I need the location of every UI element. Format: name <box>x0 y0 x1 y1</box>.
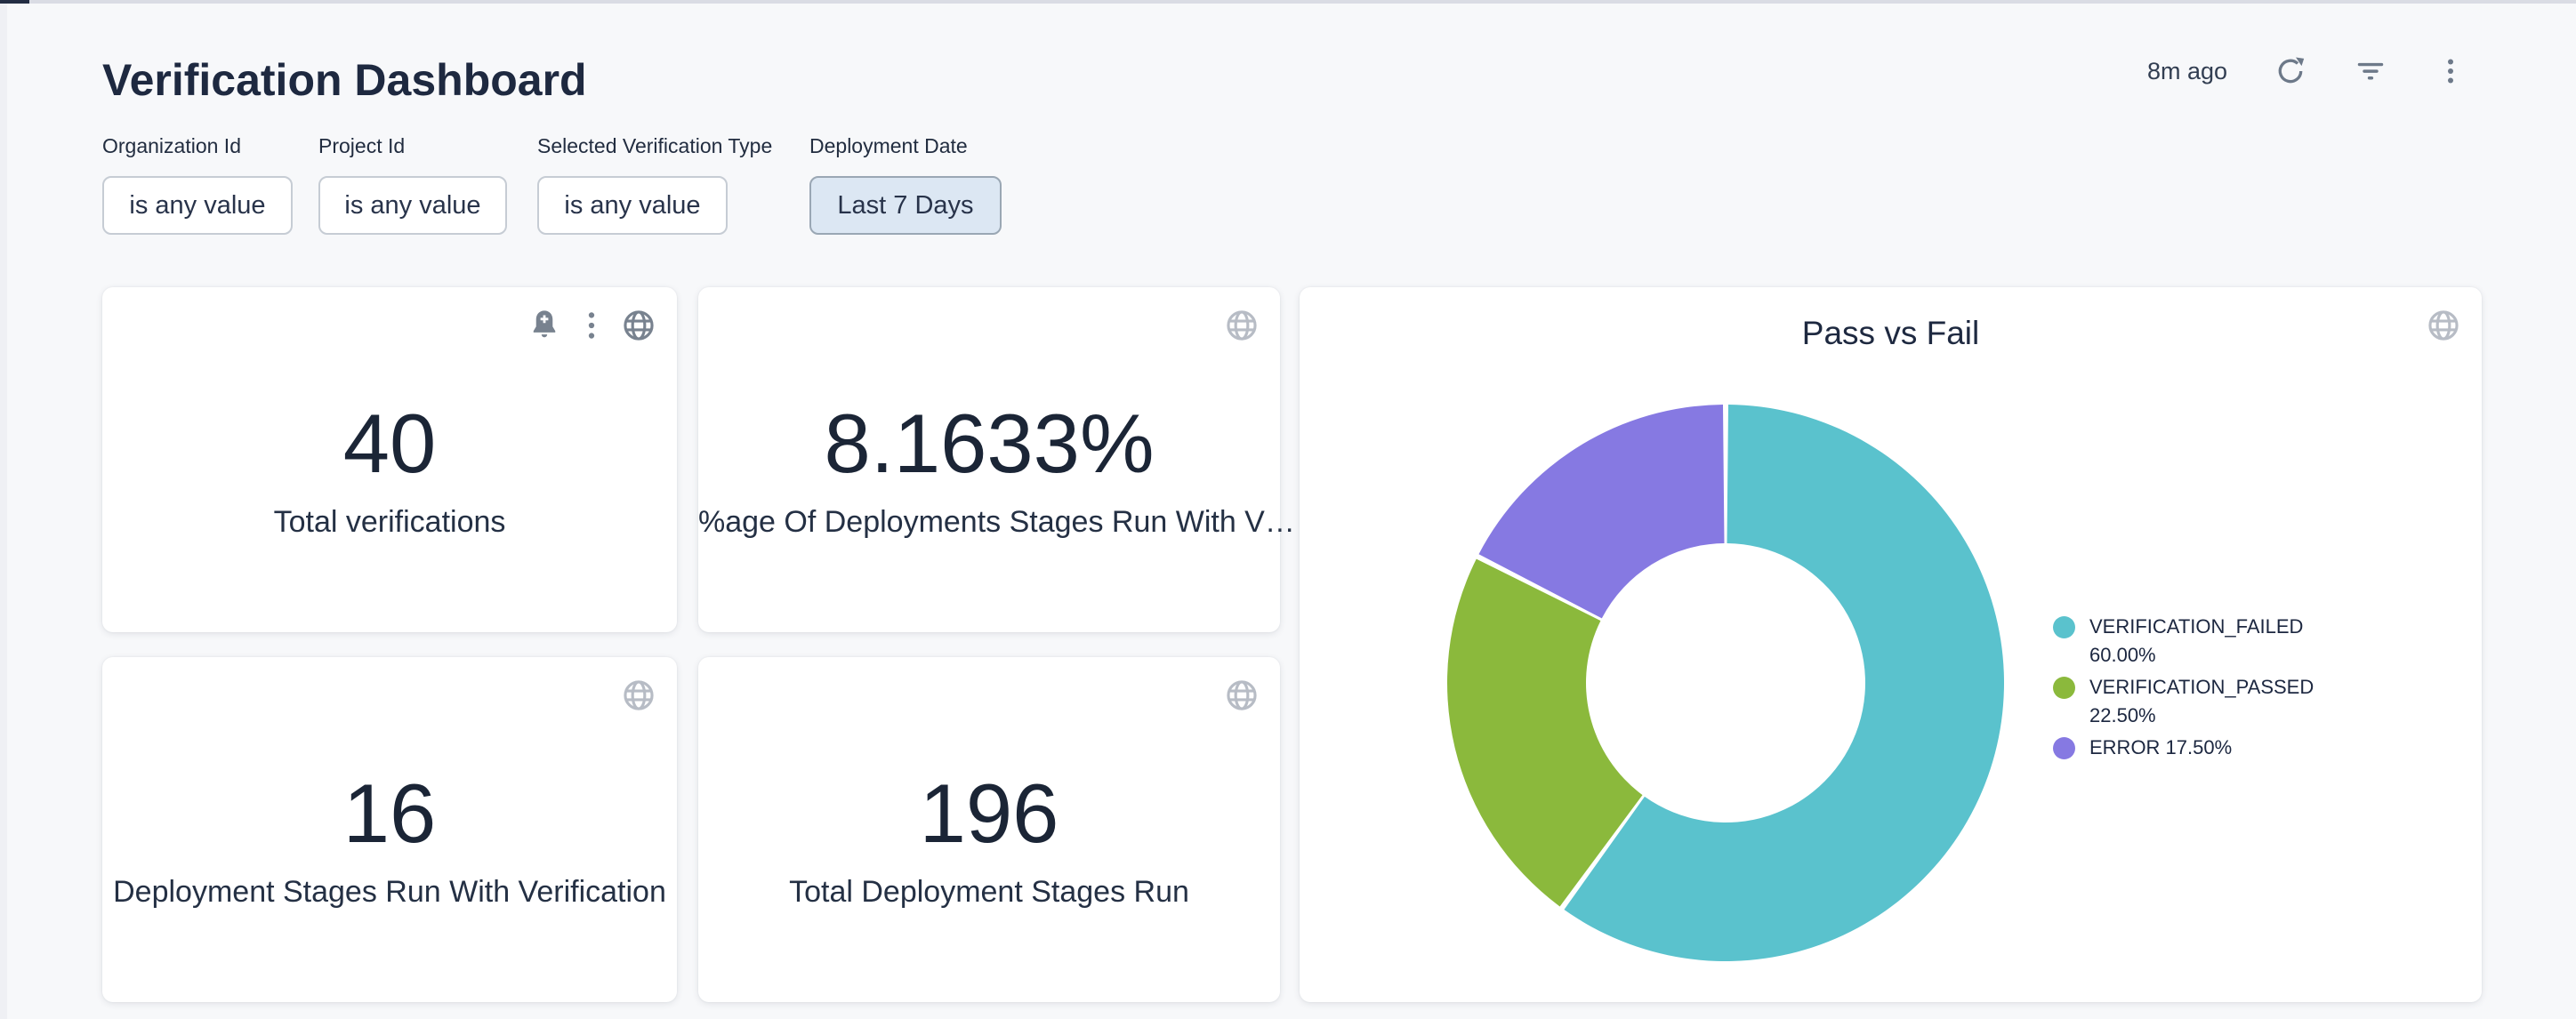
tile-total-verifications: 40 Total verifications <box>102 287 677 632</box>
tile-value: 16 <box>102 762 677 865</box>
refresh-icon[interactable] <box>2274 54 2307 88</box>
filter-value-chip[interactable]: Last 7 Days <box>809 176 1002 235</box>
last-refreshed-timestamp: 8m ago <box>2147 58 2227 85</box>
globe-icon[interactable] <box>620 307 657 344</box>
legend-label: VERIFICATION_FAILED 60.00% <box>2089 613 2356 670</box>
tile-label: %age Of Deployments Stages Run With V… <box>698 504 1280 540</box>
dashboard-more-menu-icon[interactable] <box>2434 54 2467 88</box>
tile-label: Total Deployment Stages Run <box>698 874 1280 910</box>
legend-swatch <box>2053 737 2075 759</box>
filter-selected-verification-type: Selected Verification Type is any value <box>537 133 772 235</box>
left-edge-strip <box>0 4 7 1019</box>
dashboard-filters-icon[interactable] <box>2354 54 2387 88</box>
tile-total-stages-run: 196 Total Deployment Stages Run <box>698 657 1280 1002</box>
page-title: Verification Dashboard <box>102 55 587 105</box>
tile-label: Total verifications <box>102 504 677 540</box>
globe-icon[interactable] <box>620 677 657 714</box>
tile-pass-vs-fail-chart: Pass vs Fail VERIFICATION_FAILED 60.00%V… <box>1300 287 2482 1002</box>
filter-label: Deployment Date <box>809 133 1002 158</box>
tile-value: 196 <box>698 762 1280 865</box>
globe-icon[interactable] <box>1223 677 1260 714</box>
tile-pct-stages-with-verification: 8.1633% %age Of Deployments Stages Run W… <box>698 287 1280 632</box>
legend-item[interactable]: ERROR 17.50% <box>2053 734 2356 762</box>
filter-label: Selected Verification Type <box>537 133 772 158</box>
filter-label: Project Id <box>318 133 507 158</box>
tile-stages-run-with-verification: 16 Deployment Stages Run With Verificati… <box>102 657 677 1002</box>
filter-label: Organization Id <box>102 133 293 158</box>
legend-item[interactable]: VERIFICATION_FAILED 60.00% <box>2053 613 2356 670</box>
filter-organization-id: Organization Id is any value <box>102 133 293 235</box>
legend-label: ERROR 17.50% <box>2089 734 2232 762</box>
filter-value-chip[interactable]: is any value <box>102 176 293 235</box>
filter-value-chip[interactable]: is any value <box>537 176 728 235</box>
tile-value: 40 <box>102 392 677 495</box>
tile-value: 8.1633% <box>698 392 1280 495</box>
legend-item[interactable]: VERIFICATION_PASSED 22.50% <box>2053 673 2356 730</box>
filter-project-id: Project Id is any value <box>318 133 507 235</box>
tile-label: Deployment Stages Run With Verification <box>102 874 677 910</box>
globe-icon[interactable] <box>1223 307 1260 344</box>
filter-value-chip[interactable]: is any value <box>318 176 507 235</box>
donut-chart <box>1447 405 2004 961</box>
top-scroll-track <box>0 0 2576 4</box>
legend-swatch <box>2053 677 2075 699</box>
header-actions: 8m ago <box>2147 52 2467 91</box>
tile-more-menu-icon[interactable] <box>573 307 610 344</box>
alert-bell-icon[interactable] <box>526 307 563 344</box>
filter-deployment-date: Deployment Date Last 7 Days <box>809 133 1002 235</box>
chart-title: Pass vs Fail <box>1300 314 2482 353</box>
legend-swatch <box>2053 616 2075 638</box>
chart-legend: VERIFICATION_FAILED 60.00%VERIFICATION_P… <box>2053 613 2356 766</box>
legend-label: VERIFICATION_PASSED 22.50% <box>2089 673 2356 730</box>
